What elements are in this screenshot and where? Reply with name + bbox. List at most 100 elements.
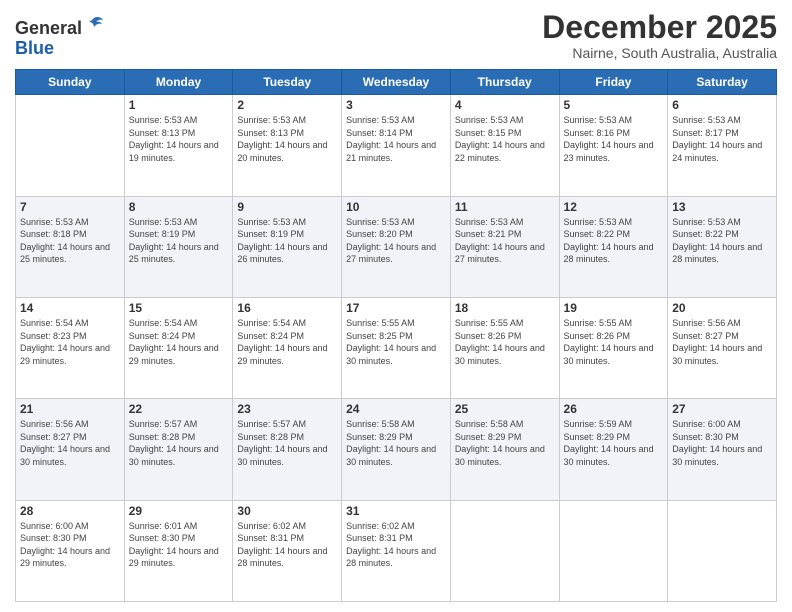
calendar-day-cell: 17Sunrise: 5:55 AMSunset: 8:25 PMDayligh… <box>342 297 451 398</box>
day-number: 19 <box>564 301 664 315</box>
day-number: 1 <box>129 98 229 112</box>
day-info: Sunrise: 5:54 AMSunset: 8:24 PMDaylight:… <box>129 317 229 367</box>
day-number: 11 <box>455 200 555 214</box>
header-tuesday: Tuesday <box>233 70 342 95</box>
calendar-day-cell: 19 Sunrise: 5:55 AMSunset: 8:26 PMDayligh… <box>559 297 668 398</box>
calendar-day-cell: 26Sunrise: 5:59 AMSunset: 8:29 PMDayligh… <box>559 399 668 500</box>
day-number: 28 <box>20 504 120 518</box>
header-sunday: Sunday <box>16 70 125 95</box>
day-number: 31 <box>346 504 446 518</box>
day-info: Sunrise: 6:02 AMSunset: 8:31 PMDaylight:… <box>237 520 337 570</box>
day-number: 13 <box>672 200 772 214</box>
day-info: Sunrise: 5:53 AMSunset: 8:22 PMDaylight:… <box>564 216 664 266</box>
day-info: Sunrise: 5:53 AMSunset: 8:18 PMDaylight:… <box>20 216 120 266</box>
calendar-day-cell <box>559 500 668 601</box>
header-wednesday: Wednesday <box>342 70 451 95</box>
calendar-day-cell <box>450 500 559 601</box>
day-number: 21 <box>20 402 120 416</box>
header: General Blue December 2025 Nairne, South… <box>15 10 777 61</box>
day-info: Sunrise: 5:53 AMSunset: 8:20 PMDaylight:… <box>346 216 446 266</box>
day-number: 5 <box>564 98 664 112</box>
calendar-day-cell: 4 Sunrise: 5:53 AMSunset: 8:15 PMDaylight… <box>450 95 559 196</box>
day-number: 30 <box>237 504 337 518</box>
day-number: 15 <box>129 301 229 315</box>
day-number: 8 <box>129 200 229 214</box>
day-number: 14 <box>20 301 120 315</box>
calendar-week-row: 28 Sunrise: 6:00 AMSunset: 8:30 PMDayligh… <box>16 500 777 601</box>
calendar-day-cell: 31 Sunrise: 6:02 AMSunset: 8:31 PMDayligh… <box>342 500 451 601</box>
day-number: 24 <box>346 402 446 416</box>
day-number: 4 <box>455 98 555 112</box>
day-number: 25 <box>455 402 555 416</box>
calendar-day-cell: 9 Sunrise: 5:53 AMSunset: 8:19 PMDaylight… <box>233 196 342 297</box>
day-info: Sunrise: 6:00 AMSunset: 8:30 PMDaylight:… <box>20 520 120 570</box>
day-number: 3 <box>346 98 446 112</box>
calendar-day-cell <box>16 95 125 196</box>
day-info: Sunrise: 5:53 AMSunset: 8:22 PMDaylight:… <box>672 216 772 266</box>
calendar-table: Sunday Monday Tuesday Wednesday Thursday… <box>15 69 777 602</box>
calendar-day-cell: 29 Sunrise: 6:01 AMSunset: 8:30 PMDayligh… <box>124 500 233 601</box>
day-info: Sunrise: 5:53 AMSunset: 8:21 PMDaylight:… <box>455 216 555 266</box>
day-info: Sunrise: 5:53 AMSunset: 8:15 PMDaylight:… <box>455 114 555 164</box>
calendar-day-cell: 28 Sunrise: 6:00 AMSunset: 8:30 PMDayligh… <box>16 500 125 601</box>
calendar-week-row: 14 Sunrise: 5:54 AMSunset: 8:23 PMDayligh… <box>16 297 777 398</box>
day-number: 23 <box>237 402 337 416</box>
calendar-week-row: 1Sunrise: 5:53 AMSunset: 8:13 PMDaylight… <box>16 95 777 196</box>
day-info: Sunrise: 5:53 AMSunset: 8:19 PMDaylight:… <box>129 216 229 266</box>
calendar-day-cell: 3 Sunrise: 5:53 AMSunset: 8:14 PMDaylight… <box>342 95 451 196</box>
calendar-day-cell: 1Sunrise: 5:53 AMSunset: 8:13 PMDaylight… <box>124 95 233 196</box>
day-info: Sunrise: 5:56 AMSunset: 8:27 PMDaylight:… <box>672 317 772 367</box>
day-info: Sunrise: 5:53 AMSunset: 8:17 PMDaylight:… <box>672 114 772 164</box>
weekday-header-row: Sunday Monday Tuesday Wednesday Thursday… <box>16 70 777 95</box>
day-info: Sunrise: 5:57 AMSunset: 8:28 PMDaylight:… <box>129 418 229 468</box>
logo-blue-text: Blue <box>15 38 54 58</box>
day-info: Sunrise: 5:53 AMSunset: 8:16 PMDaylight:… <box>564 114 664 164</box>
calendar-day-cell: 27Sunrise: 6:00 AMSunset: 8:30 PMDayligh… <box>668 399 777 500</box>
day-info: Sunrise: 5:57 AMSunset: 8:28 PMDaylight:… <box>237 418 337 468</box>
logo-general-text: General <box>15 18 82 38</box>
day-number: 6 <box>672 98 772 112</box>
day-number: 20 <box>672 301 772 315</box>
day-number: 12 <box>564 200 664 214</box>
day-info: Sunrise: 5:53 AMSunset: 8:19 PMDaylight:… <box>237 216 337 266</box>
day-info: Sunrise: 5:54 AMSunset: 8:24 PMDaylight:… <box>237 317 337 367</box>
day-number: 22 <box>129 402 229 416</box>
calendar-day-cell: 22 Sunrise: 5:57 AMSunset: 8:28 PMDayligh… <box>124 399 233 500</box>
day-info: Sunrise: 5:55 AMSunset: 8:25 PMDaylight:… <box>346 317 446 367</box>
day-info: Sunrise: 6:02 AMSunset: 8:31 PMDaylight:… <box>346 520 446 570</box>
calendar-day-cell: 11 Sunrise: 5:53 AMSunset: 8:21 PMDayligh… <box>450 196 559 297</box>
calendar-day-cell: 6 Sunrise: 5:53 AMSunset: 8:17 PMDaylight… <box>668 95 777 196</box>
calendar-day-cell: 23 Sunrise: 5:57 AMSunset: 8:28 PMDayligh… <box>233 399 342 500</box>
day-number: 18 <box>455 301 555 315</box>
calendar-day-cell: 10 Sunrise: 5:53 AMSunset: 8:20 PMDayligh… <box>342 196 451 297</box>
calendar-day-cell: 15 Sunrise: 5:54 AMSunset: 8:24 PMDayligh… <box>124 297 233 398</box>
day-number: 29 <box>129 504 229 518</box>
day-info: Sunrise: 5:55 AMSunset: 8:26 PMDaylight:… <box>564 317 664 367</box>
day-info: Sunrise: 6:00 AMSunset: 8:30 PMDaylight:… <box>672 418 772 468</box>
header-saturday: Saturday <box>668 70 777 95</box>
page: General Blue December 2025 Nairne, South… <box>0 0 792 612</box>
logo: General Blue <box>15 14 104 59</box>
day-info: Sunrise: 6:01 AMSunset: 8:30 PMDaylight:… <box>129 520 229 570</box>
day-info: Sunrise: 5:53 AMSunset: 8:14 PMDaylight:… <box>346 114 446 164</box>
calendar-day-cell <box>668 500 777 601</box>
day-info: Sunrise: 5:54 AMSunset: 8:23 PMDaylight:… <box>20 317 120 367</box>
calendar-day-cell: 14 Sunrise: 5:54 AMSunset: 8:23 PMDayligh… <box>16 297 125 398</box>
calendar-day-cell: 18 Sunrise: 5:55 AMSunset: 8:26 PMDayligh… <box>450 297 559 398</box>
calendar-day-cell: 5 Sunrise: 5:53 AMSunset: 8:16 PMDaylight… <box>559 95 668 196</box>
calendar-day-cell: 16 Sunrise: 5:54 AMSunset: 8:24 PMDayligh… <box>233 297 342 398</box>
day-info: Sunrise: 5:58 AMSunset: 8:29 PMDaylight:… <box>346 418 446 468</box>
calendar-day-cell: 12 Sunrise: 5:53 AMSunset: 8:22 PMDayligh… <box>559 196 668 297</box>
day-number: 9 <box>237 200 337 214</box>
calendar-week-row: 7Sunrise: 5:53 AMSunset: 8:18 PMDaylight… <box>16 196 777 297</box>
calendar-day-cell: 7Sunrise: 5:53 AMSunset: 8:18 PMDaylight… <box>16 196 125 297</box>
calendar-subtitle: Nairne, South Australia, Australia <box>542 45 777 61</box>
header-friday: Friday <box>559 70 668 95</box>
header-thursday: Thursday <box>450 70 559 95</box>
title-block: December 2025 Nairne, South Australia, A… <box>542 10 777 61</box>
day-info: Sunrise: 5:55 AMSunset: 8:26 PMDaylight:… <box>455 317 555 367</box>
day-number: 10 <box>346 200 446 214</box>
day-number: 16 <box>237 301 337 315</box>
calendar-day-cell: 24 Sunrise: 5:58 AMSunset: 8:29 PMDayligh… <box>342 399 451 500</box>
calendar-day-cell: 30 Sunrise: 6:02 AMSunset: 8:31 PMDayligh… <box>233 500 342 601</box>
